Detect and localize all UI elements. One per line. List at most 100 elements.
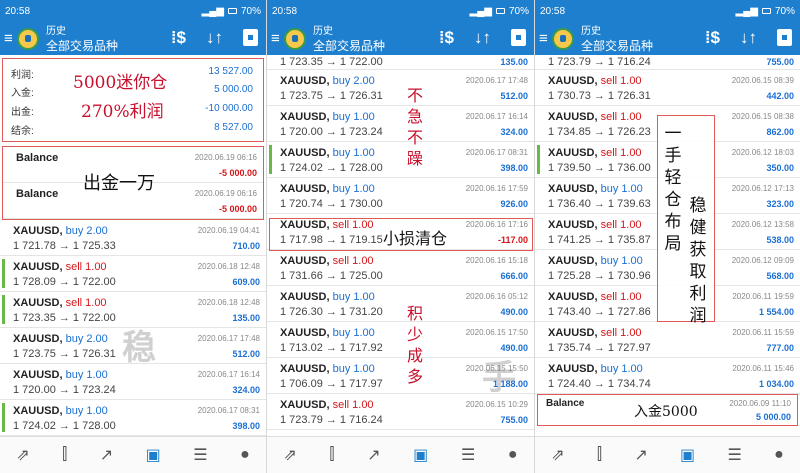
balance-date: 2020.06.19 06:16: [194, 153, 257, 162]
balance-label: Balance: [16, 188, 59, 200]
history-icon[interactable]: ▣: [413, 445, 428, 465]
sort-arrows-icon[interactable]: ↓↑: [206, 28, 223, 48]
trade-symbol-name: XAUUSD,: [548, 255, 598, 267]
header-title[interactable]: 全部交易品种: [313, 39, 385, 53]
trade-icon[interactable]: ↗: [100, 445, 113, 465]
balance-date: 2020.06.19 06:16: [194, 189, 257, 198]
list-item[interactable]: XAUUSD, buy 2.00 1 723.75 → 1 726.31 2020.…: [0, 328, 266, 364]
withdraw-label: 出金:: [11, 107, 34, 118]
header-title[interactable]: 全部交易品种: [46, 39, 118, 53]
list-item[interactable]: XAUUSD, sell 1.00 1 723.35 → 1 722.00 2020…: [0, 292, 266, 328]
list-item[interactable]: XAUUSD, buy 1.00 1 720.00 → 1 723.24 2020.…: [267, 106, 534, 142]
note-patience: 不急不躁: [406, 86, 423, 168]
list-item[interactable]: XAUUSD, buy 1.00 1 724.02 → 1 728.00 2020.…: [267, 142, 534, 178]
history-list[interactable]: 利润: 13 527.00 入金: 5 000.00 出金: -10 000.0…: [0, 55, 266, 436]
list-item[interactable]: 1 723.35 → 1 722.00 135.00: [267, 55, 534, 70]
calendar-icon[interactable]: [511, 29, 526, 46]
news-icon[interactable]: ☰: [727, 445, 741, 465]
battery-level: 70%: [508, 5, 529, 17]
list-item[interactable]: 1 723.79 → 1 716.24 755.00: [535, 55, 800, 70]
calendar-icon[interactable]: [243, 29, 258, 46]
trade-symbol: XAUUSD, sell 1.00: [13, 297, 107, 309]
currency-icon[interactable]: ⁞$: [439, 28, 454, 48]
chat-icon[interactable]: ●: [774, 446, 784, 464]
trade-prices: 1 743.40 → 1 727.86: [548, 306, 651, 318]
trade-side: buy 1.00: [332, 327, 375, 339]
profit-label: 利润:: [11, 70, 34, 81]
trade-side: buy 1.00: [600, 183, 643, 195]
header-title[interactable]: 全部交易品种: [581, 39, 653, 53]
sort-arrows-icon[interactable]: ↓↑: [474, 28, 491, 48]
currency-icon[interactable]: ⁞$: [705, 28, 720, 48]
trade-side: buy 1.00: [332, 183, 375, 195]
list-item[interactable]: XAUUSD, buy 1.00 1 720.74 → 1 730.00 2020.…: [267, 178, 534, 214]
list-item[interactable]: XAUUSD, sell 1.00 1 731.66 → 1 725.00 2020…: [267, 250, 534, 286]
chart-icon[interactable]: ⫿: [62, 446, 67, 464]
history-list[interactable]: 1 723.79 → 1 716.24 755.00 XAUUSD, sell …: [535, 55, 800, 436]
trade-date: 2020.06.17 17:48: [465, 76, 528, 85]
list-item[interactable]: XAUUSD, buy 2.00 1 721.78 → 1 725.33 2020.…: [0, 220, 266, 256]
currency-icon[interactable]: ⁞$: [171, 28, 186, 48]
trade-date: 2020.06.15 08:38: [731, 112, 794, 121]
trade-symbol-name: XAUUSD,: [548, 111, 598, 123]
hamburger-icon[interactable]: ≡: [539, 30, 549, 47]
list-item[interactable]: XAUUSD, buy 1.00 1 724.40 → 1 734.74 2020.…: [535, 358, 800, 394]
history-icon[interactable]: ▣: [146, 445, 161, 465]
deposit-balance-row[interactable]: Balance 2020.06.09 11:10 5 000.00 入金5000: [537, 394, 798, 426]
trade-side: sell 1.00: [600, 147, 642, 159]
quotes-icon[interactable]: ⇗: [16, 445, 29, 465]
trade-profit: 926.00: [500, 199, 528, 209]
trade-prices: 1 736.40 → 1 739.63: [548, 198, 651, 210]
trade-symbol: XAUUSD, sell 1.00: [13, 261, 107, 273]
status-icons: ▂▄▆ 70%: [470, 6, 529, 17]
trade-profit: 777.00: [766, 343, 794, 353]
hamburger-icon[interactable]: ≡: [271, 30, 281, 47]
trade-date: 2020.06.12 13:58: [731, 220, 794, 229]
list-item[interactable]: XAUUSD, buy 1.00 1 724.02 → 1 728.00 2020.…: [0, 400, 266, 436]
quotes-icon[interactable]: ⇗: [283, 445, 296, 465]
trade-symbol-name: XAUUSD,: [13, 405, 63, 417]
list-item[interactable]: XAUUSD, sell 1.00 1 723.79 → 1 716.24 2020…: [267, 394, 534, 430]
battery-icon: [495, 8, 505, 14]
trade-icon[interactable]: ↗: [634, 445, 647, 465]
status-icons: ▂▄▆ 70%: [202, 6, 261, 17]
sort-arrows-icon[interactable]: ↓↑: [740, 28, 757, 48]
balance-amount: -5 000.00: [218, 204, 257, 214]
trade-side: buy 1.00: [332, 147, 375, 159]
trade-side: sell 1.00: [600, 75, 642, 87]
app-bar: ≡ 历史 全部交易品种 ⁞$ ↓↑: [535, 22, 800, 55]
list-item[interactable]: XAUUSD, buy 1.00 1 713.02 → 1 717.92 2020.…: [267, 322, 534, 358]
chat-icon[interactable]: ●: [508, 446, 518, 464]
trade-profit: 490.00: [500, 307, 528, 317]
list-item[interactable]: XAUUSD, buy 2.00 1 723.75 → 1 726.31 2020.…: [267, 70, 534, 106]
trade-icon[interactable]: ↗: [367, 445, 380, 465]
chat-icon[interactable]: ●: [240, 446, 250, 464]
trade-symbol: XAUUSD, buy 1.00: [280, 327, 375, 339]
list-item[interactable]: XAUUSD, buy 1.00 1 720.00 → 1 723.24 2020.…: [0, 364, 266, 400]
news-icon[interactable]: ☰: [193, 445, 207, 465]
calendar-icon[interactable]: [777, 29, 792, 46]
trade-profit: 710.00: [232, 241, 260, 251]
list-item[interactable]: XAUUSD, buy 1.00 1 726.30 → 1 731.20 2020.…: [267, 286, 534, 322]
list-item[interactable]: XAUUSD, buy 1.00 1 706.09 → 1 717.97 2020.…: [267, 358, 534, 394]
trade-symbol: XAUUSD, buy 1.00: [548, 255, 643, 267]
trade-side: sell 1.00: [332, 255, 374, 267]
hamburger-icon[interactable]: ≡: [4, 30, 14, 47]
history-icon[interactable]: ▣: [680, 445, 695, 465]
battery-icon: [227, 8, 237, 14]
trade-profit: 538.00: [766, 235, 794, 245]
list-item[interactable]: XAUUSD, sell 1.00 1 735.74 → 1 727.97 2020…: [535, 322, 800, 358]
quotes-icon[interactable]: ⇗: [551, 445, 564, 465]
list-item[interactable]: XAUUSD, sell 1.00 1 728.09 → 1 722.00 2020…: [0, 256, 266, 292]
news-icon[interactable]: ☰: [461, 445, 475, 465]
trade-profit: 862.00: [766, 127, 794, 137]
chart-icon[interactable]: ⫿: [597, 446, 602, 464]
list-item[interactable]: XAUUSD, sell 1.00 1 730.73 → 1 726.31 2020…: [535, 70, 800, 106]
header-subtitle: 历史: [313, 25, 333, 37]
trade-date: 2020.06.19 04:41: [197, 226, 260, 235]
profit-value: 13 527.00: [208, 66, 254, 77]
history-list[interactable]: 1 723.35 → 1 722.00 135.00 XAUUSD, buy 2…: [267, 55, 534, 436]
trade-prices: 1 728.09 → 1 722.00: [13, 276, 116, 288]
chart-icon[interactable]: ⫿: [329, 446, 334, 464]
trade-symbol: XAUUSD, buy 1.00: [13, 405, 108, 417]
